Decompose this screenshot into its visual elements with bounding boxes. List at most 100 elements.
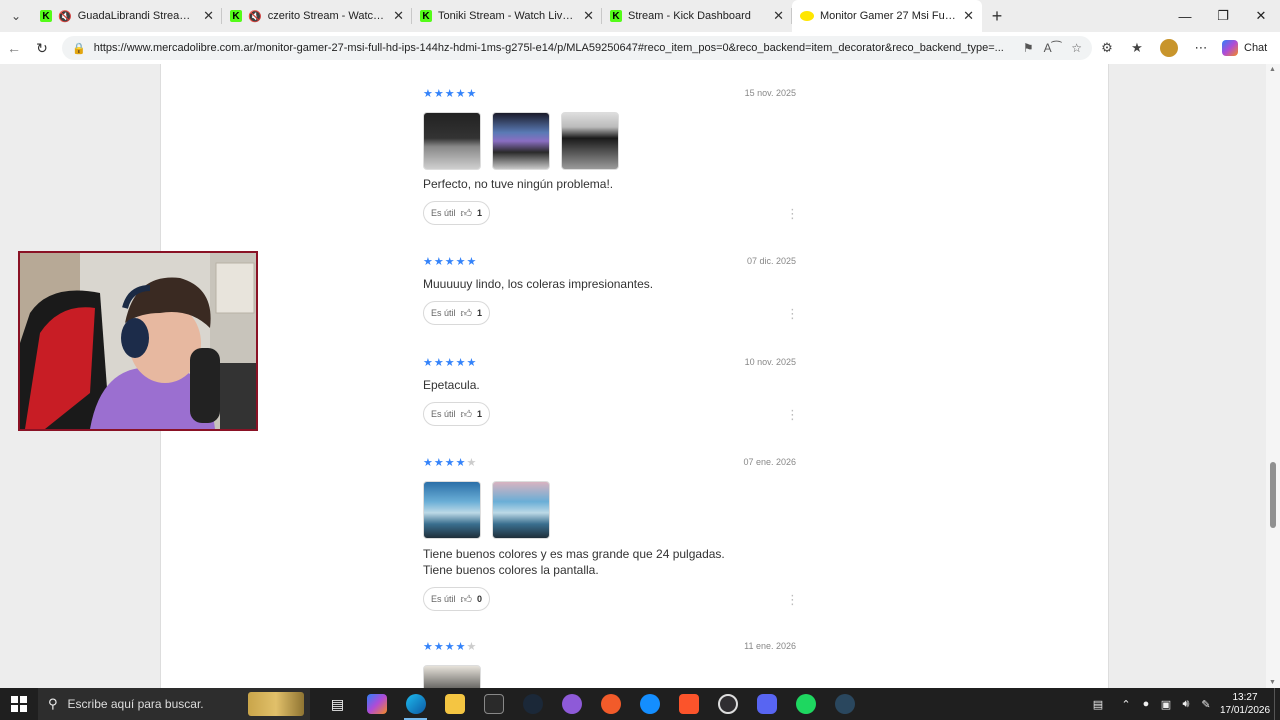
minimize-icon[interactable]: — (1166, 0, 1204, 32)
more-options-icon[interactable]: ⋯ (1186, 40, 1216, 56)
close-icon[interactable]: ✕ (203, 8, 214, 24)
close-window-icon[interactable]: ✕ (1242, 0, 1280, 32)
tab-mercadolibre-monitor[interactable]: Monitor Gamer 27 Msi Full Hd Ips ✕ (792, 0, 982, 32)
refresh-icon[interactable]: ↻ (28, 40, 56, 57)
window-controls: — ❐ ✕ (1166, 0, 1280, 32)
show-hidden-icons-chevron-icon[interactable]: ⌃ (1116, 698, 1136, 711)
kick-favicon-icon: K (230, 10, 242, 22)
review-photo-thumbnail[interactable] (492, 112, 550, 170)
epic-games-icon[interactable] (474, 688, 513, 720)
steam-secondary-icon[interactable] (825, 688, 864, 720)
thumbs-up-icon: 👍︎ (460, 307, 473, 320)
battlenet-icon[interactable] (630, 688, 669, 720)
tab-actions-menu-icon[interactable]: ⌄ (0, 0, 32, 32)
muted-speaker-icon[interactable]: 🔇 (248, 10, 262, 23)
review-photo-thumbnail[interactable] (561, 112, 619, 170)
review-date: 15 nov. 2025 (744, 88, 796, 98)
discord-icon[interactable] (747, 688, 786, 720)
brave-browser-icon[interactable] (669, 688, 708, 720)
close-icon[interactable]: ✕ (583, 8, 594, 24)
tab-kick-dashboard[interactable]: K Stream - Kick Dashboard ✕ (602, 0, 792, 32)
copilot-icon (1222, 40, 1238, 56)
spotify-icon[interactable] (786, 688, 825, 720)
review-photo-thumbnail[interactable] (492, 481, 550, 539)
useful-button[interactable]: Es útil 👍︎ 1 (423, 301, 491, 325)
file-explorer-icon[interactable] (435, 688, 474, 720)
tab-title: Toniki Stream - Watch Live on Kick (438, 10, 578, 22)
close-icon[interactable]: ✕ (963, 8, 974, 24)
ea-app-icon[interactable] (591, 688, 630, 720)
close-icon[interactable]: ✕ (773, 8, 784, 24)
copilot-app-icon[interactable] (357, 688, 396, 720)
more-vertical-icon[interactable]: ⋮ (786, 593, 799, 606)
page-scrollbar[interactable]: ▲ ▼ (1266, 64, 1280, 688)
read-aloud-icon[interactable]: A⁀ (1044, 41, 1062, 55)
review-date: 07 dic. 2025 (746, 256, 796, 266)
windows-taskbar: ⚲ Escribe aquí para buscar. ▤ ▤ ⌃ ● ▣ 🔊︎… (0, 688, 1280, 720)
star-rating-icon: ★★★★★ (423, 640, 478, 653)
browser-toolbar: ← ↻ 🔒 https://www.mercadolibre.com.ar/mo… (0, 32, 1280, 64)
more-vertical-icon[interactable]: ⋮ (786, 207, 799, 220)
scrollbar-thumb[interactable] (1270, 462, 1276, 528)
volume-icon[interactable]: 🔊︎ (1176, 698, 1196, 711)
news-widget-icon[interactable]: ▤ (1080, 698, 1116, 711)
copilot-chat-button[interactable]: Chat (1222, 40, 1267, 56)
review-photo-thumbnail[interactable] (423, 481, 481, 539)
chat-label: Chat (1244, 42, 1268, 54)
tab-toniki[interactable]: K Toniki Stream - Watch Live on Kick ✕ (412, 0, 602, 32)
kick-favicon-icon: K (420, 10, 432, 22)
muted-speaker-icon[interactable]: 🔇 (58, 10, 72, 23)
new-tab-plus-icon[interactable]: + (982, 6, 1012, 27)
more-vertical-icon[interactable]: ⋮ (786, 408, 799, 421)
address-bar[interactable]: 🔒 https://www.mercadolibre.com.ar/monito… (62, 36, 1092, 60)
scroll-up-arrow-icon[interactable]: ▲ (1269, 66, 1276, 73)
steam-icon[interactable] (513, 688, 552, 720)
network-icon[interactable]: ▣ (1156, 698, 1176, 711)
windows-start-button[interactable] (0, 696, 38, 712)
favorites-collection-icon[interactable]: ★ (1122, 40, 1152, 56)
more-vertical-icon[interactable]: ⋮ (786, 307, 799, 320)
coupon-tag-icon[interactable]: ⚑ (1023, 41, 1034, 55)
url-text: https://www.mercadolibre.com.ar/monitor-… (93, 42, 1004, 54)
tray-app-icon[interactable]: ● (1136, 698, 1156, 710)
edge-browser-icon[interactable] (396, 688, 435, 720)
favorite-star-icon[interactable]: ☆ (1071, 41, 1082, 55)
useful-label: Es útil (431, 308, 456, 318)
restore-icon[interactable]: ❐ (1204, 0, 1242, 32)
discord-alt-icon[interactable] (552, 688, 591, 720)
mercadolibre-favicon-icon (800, 11, 814, 21)
site-info-lock-icon[interactable]: 🔒 (72, 42, 86, 55)
scroll-down-arrow-icon[interactable]: ▼ (1269, 679, 1276, 686)
useful-button[interactable]: Es útil 👍︎ 1 (423, 402, 491, 426)
useful-label: Es útil (431, 409, 456, 419)
useful-button[interactable]: Es útil 👍︎ 0 (423, 587, 491, 611)
star-rating-icon: ★★★★★ (423, 456, 478, 469)
review-text: Tiene buenos colores y es mas grande que… (423, 547, 725, 561)
useful-button[interactable]: Es útil 👍︎ 1 (423, 201, 491, 225)
pen-icon[interactable]: ✎ (1196, 698, 1216, 711)
extensions-puzzle-icon[interactable]: ⚙ (1092, 40, 1122, 56)
tab-strip: ⌄ K 🔇 GuadaLibrandi Stream - Watch Live … (0, 0, 1280, 32)
search-placeholder: Escribe aquí para buscar. (67, 697, 204, 711)
taskbar-apps: ▤ (318, 688, 864, 720)
clock-time: 13:27 (1232, 692, 1258, 703)
useful-count: 1 (477, 308, 483, 318)
useful-label: Es útil (431, 208, 456, 218)
review-date: 10 nov. 2025 (744, 357, 796, 367)
profile-avatar[interactable] (1160, 39, 1178, 57)
review-item: ★★★★★ 11 ene. 2026 (423, 639, 796, 688)
search-highlight-image (248, 692, 304, 716)
review-photo-thumbnail[interactable] (423, 112, 481, 170)
tab-czerito[interactable]: K 🔇 czerito Stream - Watch Live on Kick … (222, 0, 412, 32)
review-date: 07 ene. 2026 (743, 457, 796, 467)
taskbar-clock[interactable]: 13:27 17/01/2026 (1216, 691, 1274, 717)
back-arrow-icon[interactable]: ← (0, 40, 28, 56)
clock-date: 17/01/2026 (1219, 705, 1271, 716)
taskbar-search-box[interactable]: ⚲ Escribe aquí para buscar. (38, 688, 310, 720)
obs-studio-icon[interactable] (708, 688, 747, 720)
task-view-icon[interactable]: ▤ (318, 688, 357, 720)
review-photo-thumbnail[interactable] (423, 665, 481, 688)
tab-guadalibrandi[interactable]: K 🔇 GuadaLibrandi Stream - Watch Live on… (32, 0, 222, 32)
close-icon[interactable]: ✕ (393, 8, 404, 24)
show-desktop-button[interactable] (1274, 688, 1280, 720)
